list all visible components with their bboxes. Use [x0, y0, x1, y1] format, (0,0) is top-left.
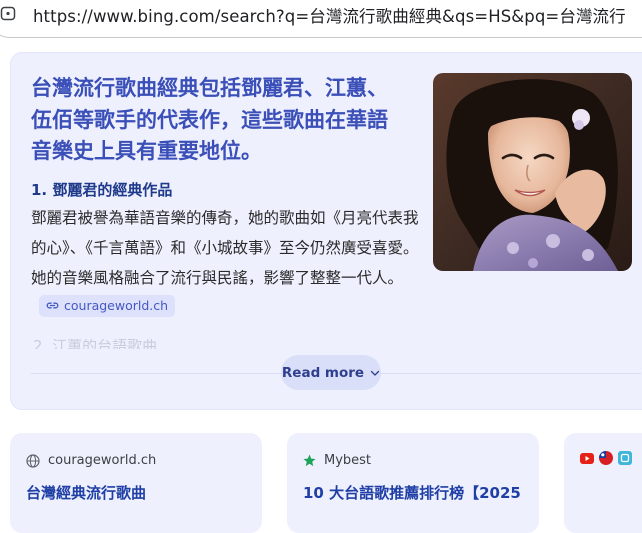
section-body: 鄧麗君被譽為華語音樂的傳奇，她的歌曲如《月亮代表我的心》、《千言萬語》和《小城故…	[31, 203, 427, 323]
result-title-link[interactable]: 台灣經典流行歌曲	[26, 482, 146, 503]
result-title-link[interactable]: 10 大台語歌推薦排行榜【2025	[303, 482, 521, 503]
address-bar[interactable]: https://www.bing.com/search?q=台灣流行歌曲經典&q…	[0, 0, 642, 38]
truncated-next-section: 2. 江蕙的台語歌曲	[33, 339, 183, 349]
app-icon	[618, 451, 632, 465]
taiwan-flag-icon	[599, 451, 613, 465]
result-source[interactable]: courageworld.ch	[26, 453, 156, 468]
result-source-name: Mybest	[324, 453, 372, 468]
citation-link[interactable]: courageworld.ch	[39, 294, 176, 317]
result-source[interactable]: Mybest	[303, 453, 371, 468]
result-card[interactable]	[564, 433, 642, 533]
truncated-text: 2. 江蕙的台語歌曲	[33, 339, 158, 349]
globe-icon	[26, 453, 40, 468]
citation-label: courageworld.ch	[64, 297, 169, 313]
read-more-label: Read more	[281, 364, 365, 381]
chevron-down-icon	[370, 370, 380, 376]
answer-title: 台灣流行歌曲經典包括鄧麗君、江蕙、伍佰等歌手的代表作，這些歌曲在華語音樂史上具有…	[31, 76, 388, 163]
result-source-icons	[580, 451, 632, 465]
result-card[interactable]: Mybest 10 大台語歌推薦排行榜【2025	[287, 433, 539, 533]
result-source-name: courageworld.ch	[48, 453, 157, 468]
result-card[interactable]: courageworld.ch 台灣經典流行歌曲	[10, 433, 262, 533]
star-icon	[303, 454, 316, 467]
section-heading: 1. 鄧麗君的經典作品	[31, 181, 173, 199]
lock-icon[interactable]	[0, 5, 16, 21]
singer-portrait-image[interactable]	[433, 73, 632, 271]
link-icon	[46, 302, 59, 309]
read-more-button[interactable]: Read more	[281, 355, 381, 390]
section-body-text: 鄧麗君被譽為華語音樂的傳奇，她的歌曲如《月亮代表我的心》、《千言萬語》和《小城故…	[31, 209, 419, 287]
youtube-icon	[580, 452, 594, 464]
url-text[interactable]: https://www.bing.com/search?q=台灣流行歌曲經典&q…	[33, 3, 626, 27]
answer-card: 台灣流行歌曲經典包括鄧麗君、江蕙、伍佰等歌手的代表作，這些歌曲在華語音樂史上具有…	[10, 52, 642, 410]
